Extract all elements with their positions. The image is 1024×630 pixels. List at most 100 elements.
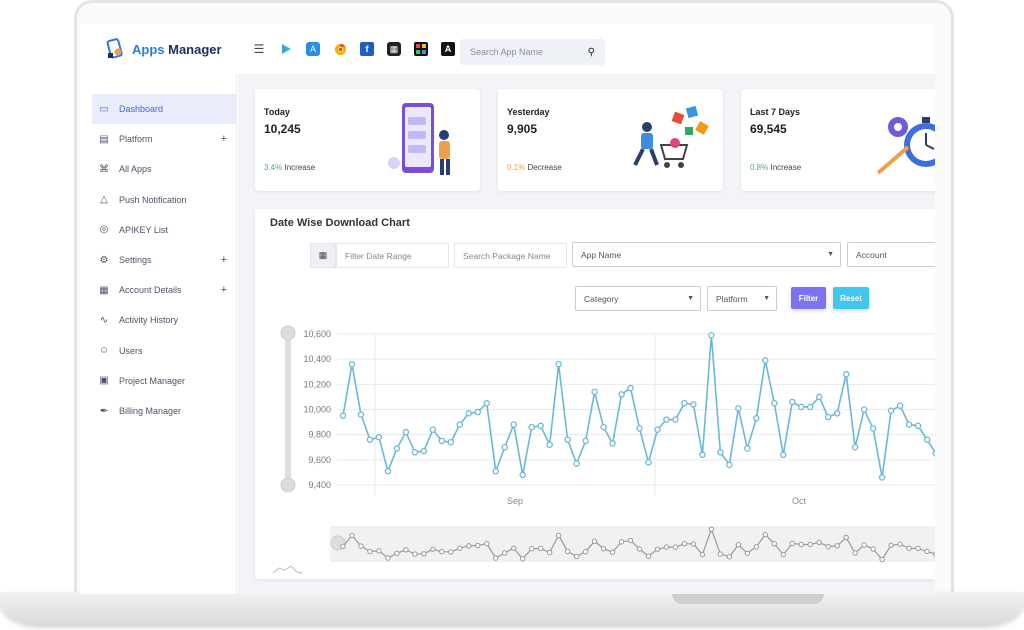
data-point[interactable] xyxy=(564,436,571,443)
data-point[interactable] xyxy=(681,399,688,407)
data-point[interactable] xyxy=(447,438,455,446)
filter-button[interactable]: Filter xyxy=(791,287,826,309)
data-point[interactable] xyxy=(699,451,706,459)
data-point[interactable] xyxy=(582,437,589,445)
data-point[interactable] xyxy=(636,425,643,432)
data-point[interactable] xyxy=(842,371,850,378)
data-point[interactable] xyxy=(591,388,598,396)
data-point[interactable] xyxy=(510,421,517,428)
grid-app-icon[interactable] xyxy=(414,42,428,56)
app-store-icon[interactable]: A xyxy=(306,42,320,56)
data-point[interactable] xyxy=(663,416,670,423)
data-point[interactable] xyxy=(726,461,733,469)
data-point[interactable] xyxy=(923,436,931,443)
data-point[interactable] xyxy=(789,398,796,406)
data-point[interactable] xyxy=(654,426,661,433)
chrome-icon[interactable] xyxy=(333,42,347,56)
data-point[interactable] xyxy=(878,474,886,481)
data-point[interactable] xyxy=(573,460,580,467)
data-point[interactable] xyxy=(492,467,499,475)
vertical-zoom-track[interactable] xyxy=(285,331,291,491)
data-point[interactable] xyxy=(456,421,464,428)
data-point[interactable] xyxy=(555,360,562,368)
data-point[interactable] xyxy=(537,422,544,430)
data-point[interactable] xyxy=(384,467,392,475)
sidebar-item-platform[interactable]: ▤ Platform + xyxy=(92,124,237,154)
data-point[interactable] xyxy=(348,360,356,368)
artstation-icon[interactable]: A xyxy=(441,42,455,56)
search-app-input[interactable]: Search App Name ⚲ xyxy=(460,39,605,65)
sidebar-item-project-manager[interactable]: ▣ Project Manager xyxy=(92,366,237,396)
data-point[interactable] xyxy=(519,471,526,479)
navigator-background[interactable] xyxy=(330,526,935,562)
sidebar-item-push-notification[interactable]: △ Push Notification xyxy=(92,185,237,215)
data-point[interactable] xyxy=(753,415,760,422)
data-point[interactable] xyxy=(420,447,428,455)
data-point[interactable] xyxy=(797,403,805,411)
sidebar-item-activity-history[interactable]: ∿ Activity History xyxy=(92,305,237,335)
data-point[interactable] xyxy=(600,423,607,431)
data-point[interactable] xyxy=(762,357,769,364)
data-point[interactable] xyxy=(474,408,482,416)
expand-plus-icon[interactable]: + xyxy=(221,133,227,145)
data-point[interactable] xyxy=(735,404,742,412)
data-point[interactable] xyxy=(780,451,787,459)
data-point[interactable] xyxy=(438,437,446,445)
sidebar-item-account-details[interactable]: ▦ Account Details + xyxy=(92,275,237,305)
data-point[interactable] xyxy=(869,425,877,432)
sidebar-item-dashboard[interactable]: ▭ Dashboard xyxy=(92,94,237,124)
sidebar-item-all-apps[interactable]: ⌘ All Apps xyxy=(92,154,237,184)
data-point[interactable] xyxy=(932,450,935,457)
data-point[interactable] xyxy=(672,416,679,423)
menu-icon[interactable]: ☰ xyxy=(252,42,266,56)
data-point[interactable] xyxy=(771,399,778,407)
data-point[interactable] xyxy=(366,436,374,443)
zoom-handle-top[interactable] xyxy=(280,325,296,341)
data-point[interactable] xyxy=(609,440,616,447)
download-line-chart[interactable]: 10,600 10,400 10,200 10,000 9,800 9,600 9,400 S… xyxy=(255,319,935,579)
calendar-icon[interactable]: ▦ xyxy=(310,243,336,268)
data-point[interactable] xyxy=(905,421,913,428)
play-store-icon[interactable] xyxy=(279,42,293,56)
search-package-input[interactable]: Search Package Name xyxy=(454,243,567,268)
data-point[interactable] xyxy=(528,423,535,431)
data-point[interactable] xyxy=(717,449,724,456)
data-point[interactable] xyxy=(896,402,904,409)
search-icon[interactable]: ⚲ xyxy=(588,47,595,58)
sidebar-item-apikey-list[interactable]: ◎ APIKEY List xyxy=(92,215,237,245)
category-select[interactable]: Category ▼ xyxy=(575,286,701,311)
facebook-icon[interactable]: f xyxy=(360,42,374,56)
data-point[interactable] xyxy=(375,433,383,441)
data-point[interactable] xyxy=(645,459,652,466)
data-point[interactable] xyxy=(824,413,832,421)
data-point[interactable] xyxy=(546,441,553,448)
data-point[interactable] xyxy=(914,422,922,430)
data-point[interactable] xyxy=(393,445,401,452)
data-point[interactable] xyxy=(815,393,823,401)
windows-icon[interactable]: ▦ xyxy=(387,42,401,56)
data-point[interactable] xyxy=(833,410,841,417)
data-point[interactable] xyxy=(618,391,625,398)
zoom-handle-bottom[interactable] xyxy=(280,477,296,493)
data-point[interactable] xyxy=(411,449,419,456)
account-select[interactable]: Account xyxy=(847,242,935,267)
reset-button[interactable]: Reset xyxy=(833,287,869,309)
sidebar-item-settings[interactable]: ⚙ Settings + xyxy=(92,245,237,275)
filter-date-range-input[interactable]: Filter Date Range xyxy=(336,243,449,268)
data-point[interactable] xyxy=(744,445,751,452)
data-point[interactable] xyxy=(357,411,365,418)
data-point[interactable] xyxy=(501,444,508,451)
data-point[interactable] xyxy=(483,399,491,407)
data-point[interactable] xyxy=(806,403,814,411)
sidebar-item-billing-manager[interactable]: ✒ Billing Manager xyxy=(92,396,237,426)
platform-select[interactable]: Platform ▼ xyxy=(707,286,777,311)
brand-logo[interactable]: Apps Manager xyxy=(106,38,222,60)
data-point[interactable] xyxy=(851,444,859,451)
app-name-select[interactable]: App Name ▼ xyxy=(572,242,841,267)
data-point[interactable] xyxy=(860,406,868,413)
data-point[interactable] xyxy=(627,384,634,392)
sidebar-item-users[interactable]: ☺ Users xyxy=(92,336,237,366)
data-point[interactable] xyxy=(339,412,347,420)
data-point[interactable] xyxy=(887,407,895,415)
expand-plus-icon[interactable]: + xyxy=(221,284,227,296)
